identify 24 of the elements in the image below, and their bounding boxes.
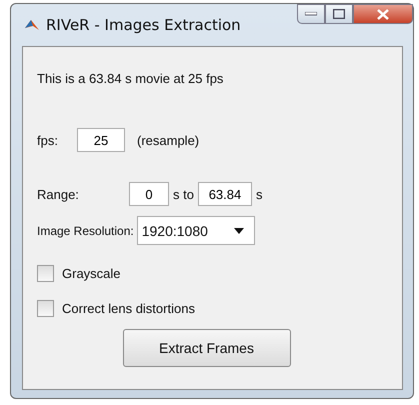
checkbox-option[interactable]: Grayscale [37, 265, 388, 282]
close-icon [377, 8, 389, 20]
extract-frames-button[interactable]: Extract Frames [122, 329, 290, 367]
close-button[interactable] [353, 4, 413, 24]
range-start-field[interactable]: 0 [129, 182, 169, 206]
minimize-icon [305, 12, 317, 16]
range-label: Range: [37, 186, 80, 202]
resolution-label: Image Resolution: [37, 224, 134, 238]
resample-label: (resample) [137, 132, 200, 148]
minimize-button[interactable] [297, 4, 325, 24]
fps-label: fps: [37, 132, 59, 148]
checkbox[interactable] [37, 300, 54, 317]
movie-info: This is a 63.84 s movie at 25 fps [37, 71, 224, 86]
resolution-dropdown[interactable]: 1920:1080 [136, 216, 255, 245]
maximize-button[interactable] [325, 4, 353, 24]
fps-field[interactable]: 25 [77, 128, 125, 152]
range-to-label: s to [173, 186, 194, 202]
range-end-field[interactable]: 63.84 [198, 182, 252, 206]
window-title: RIVeR - Images Extraction [46, 16, 241, 34]
checkbox-option[interactable]: Correct lens distortions [37, 300, 388, 317]
dropdown-caret-icon [234, 228, 244, 234]
maximize-icon [333, 9, 345, 19]
range-unit-label: s [256, 186, 262, 202]
checkbox[interactable] [37, 265, 54, 282]
